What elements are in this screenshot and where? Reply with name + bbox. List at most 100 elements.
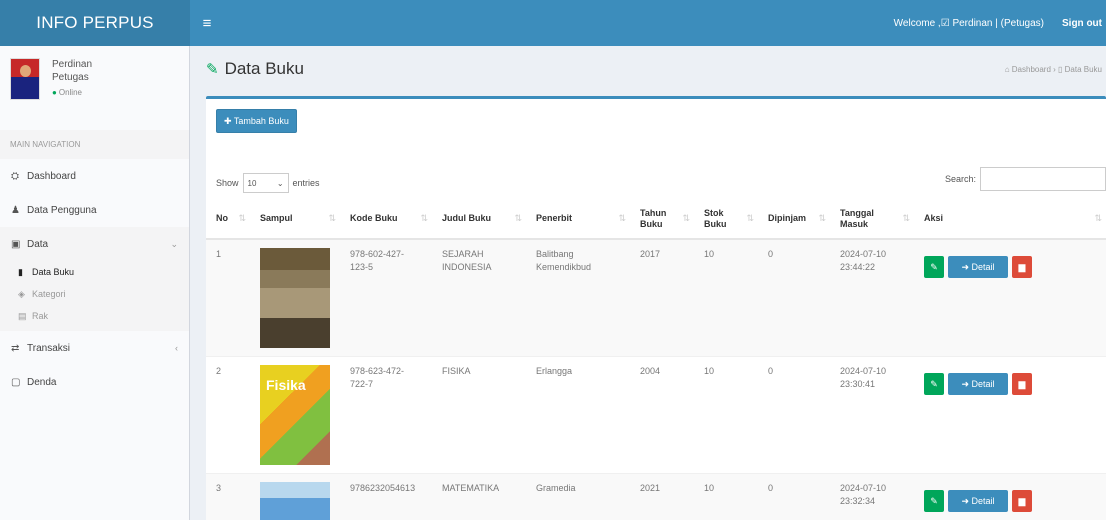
- books-table: No ⇅ Sampul ⇅ Kode Buku ⇅ Judul Buku ⇅ Pener…: [206, 199, 1106, 520]
- page-title: ✎ Data Buku: [206, 59, 304, 79]
- trash-icon: ▆: [1018, 495, 1026, 506]
- cell-kode: 978-602-427-123-5: [340, 238, 432, 357]
- online-dot-icon: ●: [52, 88, 57, 97]
- column-header-kode-buku[interactable]: Kode Buku ⇅: [340, 199, 432, 240]
- detail-button[interactable]: ➜ Detail: [948, 256, 1008, 278]
- cell-judul: MATEMATIKA: [432, 473, 526, 520]
- book-icon: ▮: [18, 266, 23, 277]
- column-header-judul-buku[interactable]: Judul Buku ⇅: [432, 199, 526, 240]
- dashboard-icon: ⛭: [11, 170, 19, 182]
- sidebar-item-data-pengguna[interactable]: ♟ Data Pengguna: [0, 193, 189, 227]
- cell-no: 2: [206, 356, 250, 474]
- shelf-icon: ▤: [18, 310, 27, 321]
- detail-button[interactable]: ➜ Detail: [948, 373, 1008, 395]
- exchange-icon: ⇄: [11, 342, 20, 354]
- nav-header: MAIN NAVIGATION: [0, 130, 189, 159]
- column-header-tanggal-masuk[interactable]: Tanggal Masuk ⇅: [830, 199, 914, 240]
- user-info: Perdinan Petugas ● Online: [52, 58, 92, 118]
- cell-tanggal: 2024-07-10 23:44:22: [830, 238, 914, 357]
- sidebar-toggle-icon[interactable]: ≡: [190, 0, 224, 46]
- sort-icon: ⇅: [746, 213, 754, 223]
- column-header-stok-buku[interactable]: Stok Buku ⇅: [694, 199, 758, 240]
- delete-button[interactable]: ▆: [1012, 256, 1032, 278]
- sidebar-subitem-label: Rak: [32, 311, 49, 321]
- signout-link[interactable]: Sign out: [1062, 18, 1102, 29]
- edit-button[interactable]: ✎: [924, 373, 944, 395]
- search-input[interactable]: [980, 167, 1106, 191]
- sidebar-item-kategori[interactable]: ◈ Kategori: [0, 283, 189, 305]
- breadcrumb[interactable]: ⌂ Dashboard › ▯ Data Buku: [1005, 65, 1106, 74]
- cell-aksi: ✎ ➜ Detail ▆: [914, 238, 1106, 357]
- sidebar-item-transaksi[interactable]: ⇄ Transaksi ‹: [0, 331, 189, 365]
- sidebar-item-denda[interactable]: ▢ Denda: [0, 365, 189, 399]
- book-cover-image: [260, 482, 330, 520]
- sort-icon: ⇅: [1094, 213, 1102, 223]
- cell-kode: 978-623-472-722-7: [340, 356, 432, 474]
- page-title-text: Data Buku: [224, 59, 304, 78]
- sidebar-item-label: Data Pengguna: [27, 204, 97, 216]
- edit-button[interactable]: ✎: [924, 490, 944, 512]
- search-wrap: Search:: [945, 167, 1106, 191]
- navbar: ≡ Welcome ,☑ Perdinan | (Petugas) Sign o…: [190, 0, 1106, 46]
- row-actions: ✎ ➜ Detail ▆: [924, 482, 1096, 512]
- user-icon: ♟: [11, 204, 20, 216]
- column-header-sampul[interactable]: Sampul ⇅: [250, 199, 340, 240]
- sort-icon: ⇅: [514, 213, 522, 223]
- sidebar-item-dashboard[interactable]: ⛭ Dashboard: [0, 159, 189, 193]
- sort-icon: ⇅: [818, 213, 826, 223]
- edit-button[interactable]: ✎: [924, 256, 944, 278]
- detail-label: Detail: [971, 495, 995, 506]
- row-actions: ✎ ➜ Detail ▆: [924, 365, 1096, 395]
- cell-aksi: ✎ ➜ Detail ▆: [914, 356, 1106, 474]
- cell-tahun: 2021: [630, 473, 694, 520]
- app-logo[interactable]: INFO PERPUS: [0, 0, 190, 46]
- cell-sampul: [250, 238, 340, 357]
- cell-stok: 10: [694, 473, 758, 520]
- chevron-left-icon: ‹: [175, 343, 178, 353]
- sidebar-item-rak[interactable]: ▤ Rak: [0, 305, 189, 327]
- delete-button[interactable]: ▆: [1012, 490, 1032, 512]
- sidebar-item-label: Transaksi: [27, 342, 70, 354]
- avatar: [10, 58, 40, 100]
- cell-no: 3: [206, 473, 250, 520]
- show-label: Show: [216, 178, 239, 188]
- book-cover-image: [260, 248, 330, 348]
- trash-icon: ▆: [1018, 378, 1026, 389]
- info-icon: ➜: [961, 261, 969, 272]
- detail-button[interactable]: ➜ Detail: [948, 490, 1008, 512]
- sidebar-item-label: Denda: [27, 376, 57, 388]
- chevron-down-icon: ⌄: [170, 238, 178, 249]
- tag-icon: ◈: [18, 288, 25, 299]
- detail-label: Detail: [971, 378, 995, 389]
- cell-stok: 10: [694, 238, 758, 357]
- sidebar-item-data[interactable]: ▣ Data ⌄: [0, 227, 189, 261]
- sidebar: Perdinan Petugas ● Online MAIN NAVIGATION…: [0, 46, 190, 520]
- cell-penerbit: Erlangga: [526, 356, 630, 474]
- column-header-tahun-buku[interactable]: Tahun Buku ⇅: [630, 199, 694, 240]
- sort-icon: ⇅: [420, 213, 428, 223]
- sidebar-item-data-buku[interactable]: ▮ Data Buku: [0, 261, 189, 283]
- sort-icon: ⇅: [328, 213, 336, 223]
- money-icon: ▢: [11, 376, 21, 388]
- column-header-dipinjam[interactable]: Dipinjam ⇅: [758, 199, 830, 240]
- book-cover-image: Fisika: [260, 365, 330, 465]
- online-label: Online: [58, 88, 82, 97]
- column-header-penerbit[interactable]: Penerbit ⇅: [526, 199, 630, 240]
- table-row: 1 978-602-427-123-5 SEJARAH INDONESIA Ba…: [206, 238, 1106, 357]
- cell-stok: 10: [694, 356, 758, 474]
- user-role: Petugas: [52, 72, 89, 83]
- delete-button[interactable]: ▆: [1012, 373, 1032, 395]
- edit-icon: ✎: [930, 261, 938, 272]
- welcome-user-link[interactable]: Welcome ,☑ Perdinan | (Petugas): [894, 18, 1044, 29]
- entries-select[interactable]: 10 ⌄: [242, 173, 289, 193]
- cell-dipinjam: 0: [758, 238, 830, 357]
- cell-no: 1: [206, 238, 250, 357]
- cell-dipinjam: 0: [758, 356, 830, 474]
- column-header-no[interactable]: No ⇅: [206, 199, 250, 240]
- edit-icon: ✎: [930, 378, 938, 389]
- trash-icon: ▆: [1018, 261, 1026, 272]
- add-book-button[interactable]: ✚ Tambah Buku: [216, 109, 297, 133]
- column-header-aksi[interactable]: Aksi ⇅: [914, 199, 1106, 240]
- cell-judul: SEJARAH INDONESIA: [432, 238, 526, 357]
- sidebar-item-label: Dashboard: [27, 170, 76, 182]
